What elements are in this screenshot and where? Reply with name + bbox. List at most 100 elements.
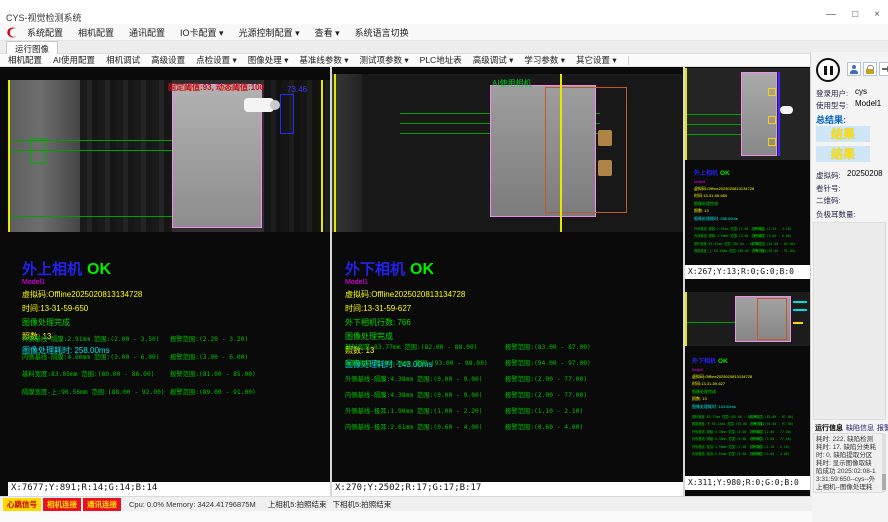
measurement-text: 外侧基线-隔膜:2.91mm 范围:(2.00 - 3.50) <box>22 334 170 343</box>
measurement-alarm: 报警范围:(94.00 - 97.00) <box>505 358 591 367</box>
tab-defect-info[interactable]: 缺陷信息 <box>846 423 874 433</box>
center-status: 图像处理完成 <box>345 331 665 342</box>
mini-bottom-camera-view[interactable] <box>685 292 810 346</box>
baseline-line <box>685 322 735 323</box>
barcode-label: 虚拟码: <box>816 170 841 181</box>
side-panel: 登录用户: cys 使用型号: Model1 总结果: 结果 结果 虚拟码: 2… <box>810 52 888 522</box>
tool-ai-config[interactable]: AI使用配置 <box>53 54 95 66</box>
menubar: 系统配置 相机配置 通讯配置 IO卡配置 ▾ 光源控制配置 ▾ 查看 ▾ 系统语… <box>0 24 888 41</box>
run-log-text: 耗时: 222, 缺陷检测耗时: 17, 缺陷分类耗时: 0, 缺陷提取分区耗时… <box>813 433 884 493</box>
menu-item-io-config[interactable]: IO卡配置 ▾ <box>180 26 224 39</box>
user-label: 登录用户: <box>816 88 848 99</box>
tool-image-processing[interactable]: 图像处理 ▾ <box>248 54 289 66</box>
log-scrollbar-thumb[interactable] <box>882 474 886 490</box>
measurement-alarm: 报警范围:(81.00 - 85.00) <box>170 369 256 378</box>
result-block-1: 结果 <box>816 126 870 142</box>
tab-object <box>598 160 612 176</box>
measurement-alarm: 报警范围:(1.10 - 2.10) <box>505 406 583 415</box>
edge-line <box>560 74 562 232</box>
mini-measurement-alarm: 报警范围:(89.00 - 91.00) <box>752 248 795 253</box>
maximize-button[interactable]: □ <box>852 9 858 20</box>
baseline-line <box>685 134 741 135</box>
machine-left-section <box>332 74 362 232</box>
center-camera-view[interactable]: AI使用相机 <box>332 74 683 232</box>
measure-line <box>778 72 780 156</box>
edge-line <box>685 292 687 346</box>
label-mark-cyan <box>793 309 807 311</box>
left-result-ok: OK <box>87 261 111 278</box>
pause-button[interactable] <box>816 58 840 82</box>
log-scrollbar[interactable] <box>882 434 886 492</box>
center-barcode: 虚拟码:Offline2025020813134728 <box>345 289 665 300</box>
lower-camera-status: 下相机5:拍照结束 <box>333 499 392 510</box>
measurement-row: 内侧基线-隔膜:4.38mm 范围:(0.00 - 9.00)报警范围:(2.0… <box>345 390 675 399</box>
mini-bottom-pixel-coords: X:311;Y:980;R:0;G:0;B:0 <box>685 476 810 490</box>
camera-connection-badge: 相机连接 <box>43 498 81 511</box>
menu-item-comm-config[interactable]: 通讯配置 <box>129 26 165 39</box>
tool-advanced-settings[interactable]: 高级设置 <box>151 54 185 66</box>
menu-item-language[interactable]: 系统语言切换 <box>355 26 409 39</box>
mini-measurement-alarm: 报警范围:(94.00 - 97.00) <box>750 421 793 426</box>
measurement-row: 内侧基线-隔膜:4.60mm 范围:(3.00 - 6.00)报警范围:(3.0… <box>22 352 322 361</box>
tool-camera-debug[interactable]: 相机调试 <box>106 54 140 66</box>
mini-measurement-text: 外侧基线-极耳:1.90mm 范围:(1.00 - 2.20) <box>692 444 750 449</box>
menu-item-system-config[interactable]: 系统配置 <box>27 26 63 39</box>
tool-baseline-params[interactable]: 基准线参数 ▾ <box>299 54 348 66</box>
result-block-2: 结果 <box>816 146 870 162</box>
tab-run-info[interactable]: 运行信息 <box>815 423 843 433</box>
tab-run-image[interactable]: 运行图像 <box>6 41 58 54</box>
mini-elapsed: 图像处理耗时: 258.00ms <box>694 216 806 222</box>
window-bottom-edge <box>0 511 812 522</box>
close-button[interactable]: × <box>874 9 880 20</box>
machine-mid-section <box>80 80 172 232</box>
left-measurements: 外侧基线-隔膜:2.91mm 范围:(2.00 - 3.50)报警范围:(2.2… <box>22 334 322 404</box>
mini-count: 照数: 13 <box>692 396 806 402</box>
tool-camera-config[interactable]: 相机配置 <box>8 54 42 66</box>
mini-model-tag: Model1 <box>694 180 806 184</box>
window-title: CYS-视觉检测系统 <box>6 11 82 24</box>
tool-advanced-debug[interactable]: 高级调试 ▾ <box>473 54 514 66</box>
heartbeat-status-badge: 心跳信号 <box>3 498 41 511</box>
tool-spot-check[interactable]: 点检设置 ▾ <box>196 54 237 66</box>
label-mark-yellow <box>793 322 803 324</box>
user-value: cys <box>855 87 867 96</box>
tool-plc-address[interactable]: PLC地址表 <box>420 54 462 66</box>
left-camera-name: 外上相机 <box>22 261 82 278</box>
tab-detect-box <box>768 88 776 96</box>
user-icon-button[interactable] <box>847 62 861 76</box>
mini-status: 图像处理完成 <box>694 201 806 207</box>
statusbar: 心跳信号 相机连接 通讯连接 Cpu: 0.0% Memory: 3424.41… <box>0 496 812 511</box>
nozzle <box>780 106 793 114</box>
tool-other-settings[interactable]: 其它设置 ▾ <box>576 54 617 66</box>
mini-measurement-alarm: 报警范围:(2.00 - 77.00) <box>750 429 792 434</box>
mini-bottom-result-block: 外下相机OK Model1 虚拟码:Offline202502081313472… <box>692 350 806 459</box>
menu-item-camera-config[interactable]: 相机配置 <box>78 26 114 39</box>
roi-box-orange <box>757 298 787 340</box>
tab-count-label: 负极耳数量: <box>816 209 856 220</box>
measurement-text: 隔膜宽度-下:95.24mm 范围:(93.00 - 98.00) <box>345 358 505 367</box>
tool-test-params[interactable]: 测试项参数 ▾ <box>360 54 409 66</box>
menu-item-light-config[interactable]: 光源控制配置 ▾ <box>239 26 300 39</box>
mini-measurement-alarm: 报警范围:(81.00 - 85.00) <box>752 241 795 246</box>
mini-measurement-text: 内侧基线-极耳:2.61mm 范围:(0.60 - 4.00) <box>692 451 750 456</box>
mini-count: 照数: 13 <box>694 208 806 214</box>
upper-camera-status: 上相机5:拍照结束 <box>268 499 327 510</box>
tab-alarm-info[interactable]: 报警信息 <box>877 423 888 433</box>
center-line-count: 外下相机行数: 766 <box>345 317 665 328</box>
center-result-ok: OK <box>410 261 434 278</box>
comm-connection-badge: 通讯连接 <box>83 498 121 511</box>
minimize-button[interactable]: — <box>826 9 836 20</box>
roi-box <box>30 138 46 164</box>
lock-icon-button[interactable] <box>863 62 877 76</box>
center-camera-name: 外下相机 <box>345 261 405 278</box>
menu-item-view[interactable]: 查看 ▾ <box>315 26 340 39</box>
tool-learning-params[interactable]: 学习参数 ▾ <box>524 54 565 66</box>
mini-status: 图像处理完成 <box>692 389 806 395</box>
nozzle-tip <box>270 100 280 110</box>
left-camera-view[interactable]: 73.46 固定阈值:93, 动态阈值:100 <box>8 80 330 232</box>
measure-value-overlay: 73.46 <box>287 85 307 94</box>
mini-measurement-text: 基料宽度:83.77mm 范围:(82.00 - 88.00) <box>692 414 750 419</box>
toolbar-separator <box>628 56 629 65</box>
mini-top-camera-view[interactable] <box>685 68 810 160</box>
logout-icon-button[interactable] <box>879 62 888 76</box>
